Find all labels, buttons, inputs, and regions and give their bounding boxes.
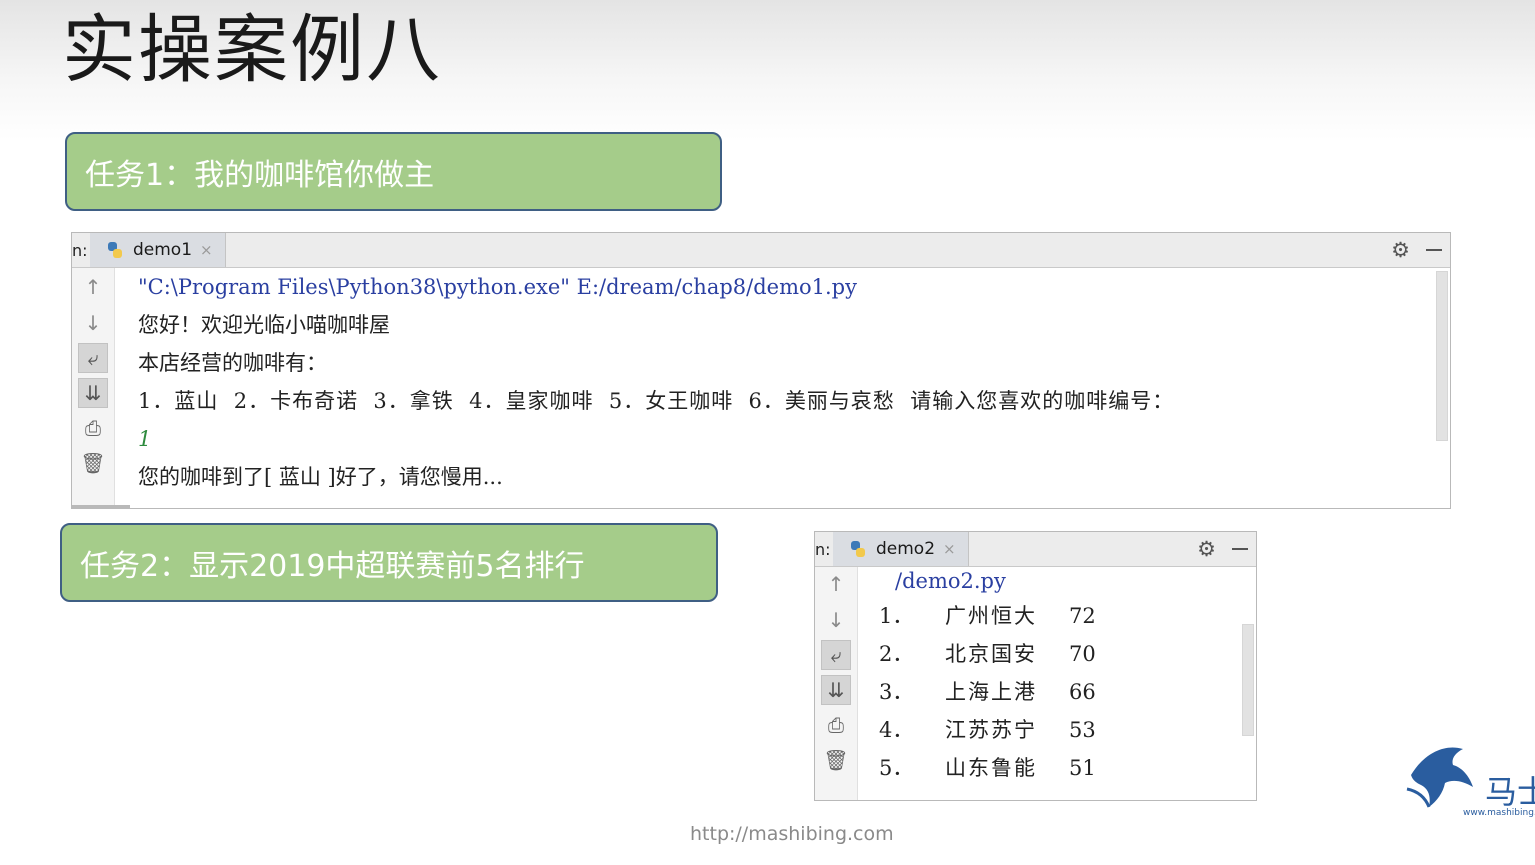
ranking-points: 70 [1069,642,1096,666]
gear-icon[interactable]: ⚙ [1197,537,1216,561]
minimize-icon[interactable] [1426,249,1442,251]
arrow-down-icon[interactable]: ↓ [821,605,851,635]
ranking-row: 5． 山东鲁能 51 [879,749,1236,787]
ranking-row: 1． 广州恒大 72 [879,597,1236,635]
tab-actions: ⚙ [1197,532,1248,566]
ranking-row: 4． 江苏苏宁 53 [879,711,1236,749]
console-toolbar: ↑ ↓ ⤶ ⇊ ⎙ 🗑 [72,268,115,508]
console-user-input: 1 [138,427,152,451]
run-console-demo1: n: demo1 × ⚙ ↑ ↓ ⤶ ⇊ ⎙ 🗑 "C:\Program Fil… [71,232,1451,509]
horizontal-scrollbar[interactable] [72,505,130,508]
console-line-command: "C:\Program Files\Python38\python.exe" E… [138,275,857,299]
ranking-row: 3． 上海上港 66 [879,673,1236,711]
ranking-points: 72 [1069,604,1096,628]
console-line: 本店经营的咖啡有： [138,351,327,375]
arrow-up-icon[interactable]: ↑ [821,569,851,599]
ranking-rank: 1． [879,604,914,628]
print-icon[interactable]: ⎙ [78,413,108,443]
ranking-list: 1． 广州恒大 72 2． 北京国安 70 3． 上海上港 66 4． 江苏苏宁 53 5． 山东鲁能 51 [879,597,1236,787]
logo-subtext: www.mashibing.com [1463,808,1535,818]
console-tabbar: n: demo2 × ⚙ [815,532,1256,567]
soft-wrap-icon[interactable]: ⤶ [78,343,108,373]
tab-prefix: n: [72,241,88,260]
ranking-row: 2． 北京国安 70 [879,635,1236,673]
console-line: 您好！欢迎光临小喵咖啡屋 [138,313,390,337]
tab-label: demo1 [133,240,193,260]
vertical-scrollbar[interactable] [1436,271,1448,441]
arrow-down-icon[interactable]: ↓ [78,308,108,338]
arrow-up-icon[interactable]: ↑ [78,272,108,302]
tab-prefix: n: [815,540,831,559]
ranking-team: 山东鲁能 [945,756,1037,780]
gear-icon[interactable]: ⚙ [1391,238,1410,262]
task1-label: 任务1：我的咖啡馆你做主 [85,157,435,193]
task1-banner: 任务1：我的咖啡馆你做主 [65,132,722,211]
ranking-rank: 3． [879,680,914,704]
tab-demo1[interactable]: demo1 × [90,233,226,267]
console-line-command: /demo2.py [895,569,1006,593]
console-tabbar: n: demo1 × ⚙ [72,233,1450,268]
console-output: "C:\Program Files\Python38\python.exe" E… [138,268,1430,496]
trash-icon[interactable]: 🗑 [78,448,108,478]
tab-actions: ⚙ [1391,233,1442,267]
tab-label: demo2 [876,539,936,559]
scroll-to-end-icon[interactable]: ⇊ [821,675,851,705]
ranking-rank: 5． [879,756,914,780]
console-output: /demo2.py 1． 广州恒大 72 2． 北京国安 70 3． 上海上港 66 4． 江苏苏宁… [879,567,1236,787]
scroll-to-end-icon[interactable]: ⇊ [78,378,108,408]
horse-logo-icon [1406,747,1473,808]
ranking-team: 北京国安 [945,642,1037,666]
console-line: 1．蓝山 2．卡布奇诺 3．拿铁 4．皇家咖啡 5．女王咖啡 6．美丽与哀愁 请… [138,389,1175,413]
run-console-demo2: n: demo2 × ⚙ ↑ ↓ ⤶ ⇊ ⎙ 🗑 /demo2.py 1． 广州恒… [814,531,1257,801]
task2-banner: 任务2：显示2019中超联赛前5名排行 [60,523,718,602]
tab-demo2[interactable]: demo2 × [833,532,969,566]
ranking-rank: 2． [879,642,914,666]
minimize-icon[interactable] [1232,548,1248,550]
console-line: 您的咖啡到了[ 蓝山 ]好了，请您慢用... [138,465,503,489]
print-icon[interactable]: ⎙ [821,710,851,740]
slide-title: 实操案例八 [62,7,442,93]
python-file-icon [108,242,122,258]
ranking-points: 51 [1069,756,1096,780]
logo-text: 马士兵 [1485,773,1535,811]
soft-wrap-icon[interactable]: ⤶ [821,640,851,670]
footer-url: http://mashibing.com [690,823,894,845]
ranking-team: 江苏苏宁 [945,718,1037,742]
task2-label: 任务2：显示2019中超联赛前5名排行 [80,548,585,584]
vertical-scrollbar[interactable] [1242,624,1254,736]
ranking-points: 66 [1069,680,1096,704]
trash-icon[interactable]: 🗑 [821,745,851,775]
close-icon[interactable]: × [943,540,956,558]
python-file-icon [851,541,865,557]
console-toolbar: ↑ ↓ ⤶ ⇊ ⎙ 🗑 [815,567,858,800]
close-icon[interactable]: × [200,241,213,259]
ranking-team: 广州恒大 [945,604,1037,628]
ranking-rank: 4． [879,718,914,742]
brand-logo: 马士兵 www.mashibing.com [1403,735,1535,825]
ranking-team: 上海上港 [945,680,1037,704]
ranking-points: 53 [1069,718,1096,742]
